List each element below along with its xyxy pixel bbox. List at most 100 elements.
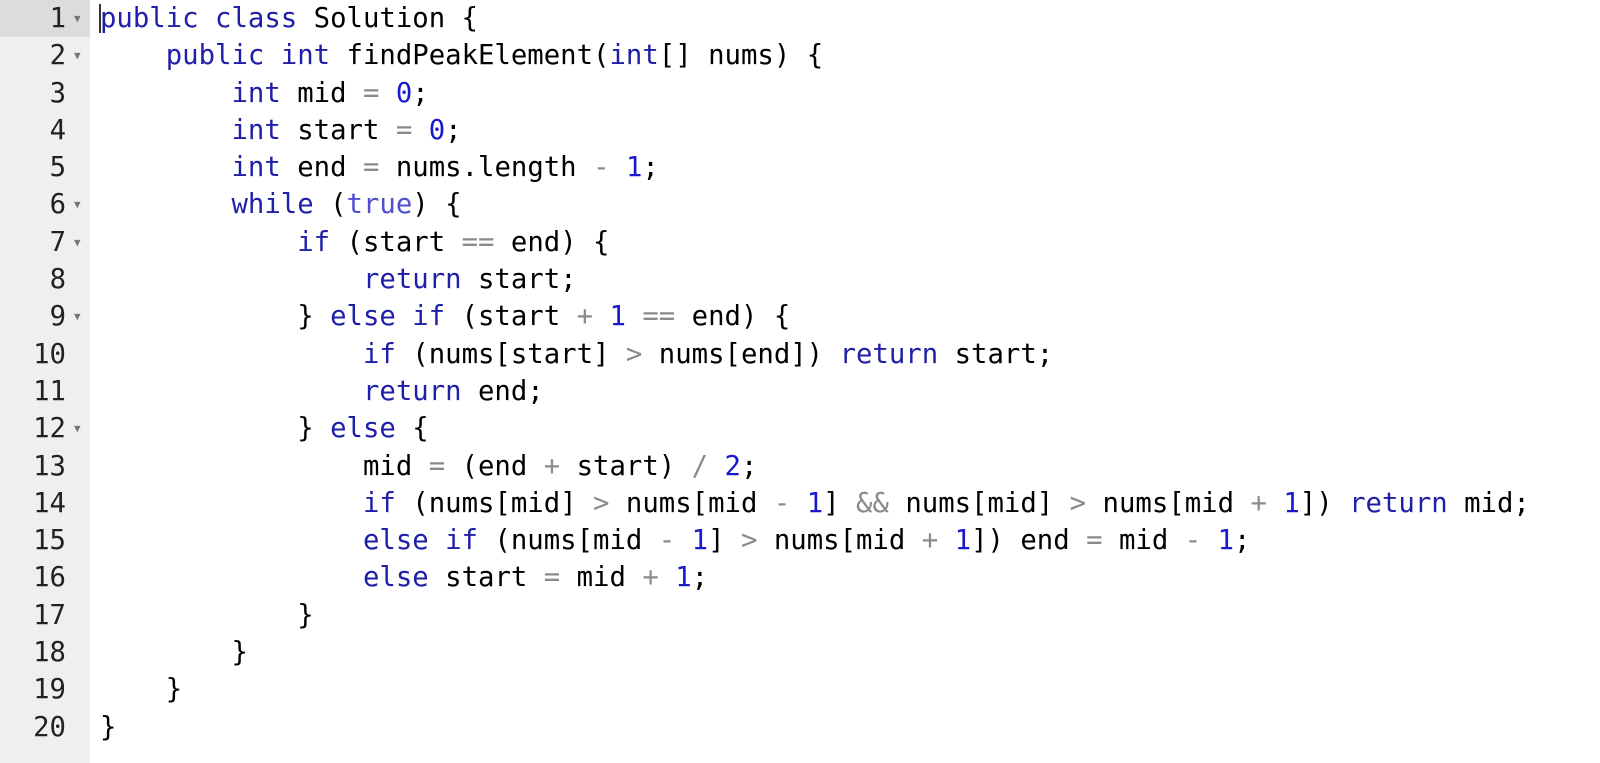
code-text: int end = nums.length - 1; — [100, 149, 658, 186]
fold-caret-down-icon[interactable]: ▼ — [74, 37, 81, 74]
fold-caret-down-icon[interactable]: ▼ — [74, 0, 81, 37]
line-number: 1 ▼ — [0, 0, 90, 38]
code-token: ; — [412, 77, 429, 109]
code-token: ]) end — [971, 525, 1087, 557]
code-token: } — [100, 637, 248, 669]
operator-token: = — [362, 152, 380, 184]
code-token: ] — [823, 487, 857, 519]
code-token: mid — [280, 77, 363, 109]
code-text: public class Solution { — [100, 0, 478, 37]
line-number: 2 ▼ — [0, 37, 90, 74]
code-line[interactable]: 18 } — [0, 634, 1600, 671]
operator-token: - — [593, 152, 610, 184]
line-number-label: 16 — [33, 562, 66, 594]
code-line[interactable]: 19 } — [0, 671, 1600, 708]
line-number-label: 10 — [33, 338, 66, 370]
operator-token: = — [1086, 525, 1103, 557]
code-token: mid — [1102, 525, 1185, 557]
code-text: if (start == end) { — [100, 224, 609, 261]
code-line[interactable]: 2 ▼ public int findPeakElement(int[] nums… — [0, 37, 1600, 74]
code-line[interactable]: 9 ▼ } else if (start + 1 == end) { — [0, 298, 1600, 335]
code-line[interactable]: 7 ▼ if (start == end) { — [0, 224, 1600, 261]
line-number-label: 3 — [49, 77, 66, 109]
line-number: 4 — [0, 112, 90, 149]
keyword-token: public class — [100, 3, 298, 34]
number-token: 0 — [428, 114, 446, 146]
keyword-token: int — [231, 152, 281, 184]
code-editor[interactable]: 1 ▼ public class Solution {2 ▼ public int f… — [0, 0, 1600, 746]
line-number-label: 9 — [49, 301, 66, 333]
code-token: mid — [560, 562, 643, 594]
fold-caret-down-icon[interactable]: ▼ — [74, 186, 81, 223]
keyword-token: while — [231, 189, 314, 221]
code-token: nums[mid — [757, 525, 922, 557]
code-line[interactable]: 1 ▼ public class Solution { — [0, 0, 1600, 38]
code-line[interactable]: 16 else start = mid + 1; — [0, 559, 1600, 596]
code-text: else if (nums[mid - 1] > nums[mid + 1]) … — [100, 522, 1251, 559]
keyword-token: public int — [165, 40, 331, 72]
code-text: } — [100, 634, 248, 671]
number-token: 0 — [395, 77, 413, 109]
code-line[interactable]: 10 if (nums[start] > nums[end]) return s… — [0, 336, 1600, 373]
code-line[interactable]: 15 else if (nums[mid - 1] > nums[mid + 1… — [0, 522, 1600, 559]
line-number: 20 — [0, 709, 90, 746]
fold-caret-down-icon[interactable]: ▼ — [74, 298, 81, 335]
operator-token: = — [428, 450, 446, 482]
operator-token: = — [395, 114, 413, 146]
code-token: ; — [740, 450, 758, 482]
code-line[interactable]: 13 mid = (end + start) / 2; — [0, 448, 1600, 485]
line-number: 16 — [0, 559, 90, 596]
line-number: 12 ▼ — [0, 410, 90, 447]
code-text: } else { — [100, 410, 429, 447]
number-token: 1 — [625, 152, 643, 184]
keyword-token: else — [330, 413, 396, 445]
line-number-label: 12 — [33, 413, 66, 445]
code-line[interactable]: 17 } — [0, 597, 1600, 634]
fold-caret-down-icon[interactable]: ▼ — [74, 410, 81, 447]
line-number-label: 5 — [49, 152, 66, 184]
fold-caret-down-icon[interactable]: ▼ — [74, 224, 81, 261]
code-text: int mid = 0; — [100, 75, 429, 112]
line-number-label: 14 — [33, 487, 66, 519]
code-token: } — [100, 674, 183, 706]
code-line[interactable]: 3 int mid = 0; — [0, 75, 1600, 112]
code-token: end; — [461, 375, 544, 407]
operator-token: = — [362, 77, 380, 109]
line-number-label: 6 — [49, 189, 66, 221]
code-line[interactable]: 5 int end = nums.length - 1; — [0, 149, 1600, 186]
code-token: ] — [708, 525, 741, 557]
line-number-label: 8 — [49, 264, 66, 296]
code-text: } — [100, 709, 116, 746]
code-line[interactable]: 8 return start; — [0, 261, 1600, 298]
operator-token: && — [856, 487, 889, 519]
line-number-label: 4 — [49, 114, 66, 146]
code-line[interactable]: 11 return end; — [0, 373, 1600, 410]
code-token: start; — [461, 264, 577, 296]
line-number: 14 — [0, 485, 90, 522]
code-text: } — [100, 671, 182, 708]
code-line[interactable]: 20} — [0, 709, 1600, 746]
line-number-label: 15 — [33, 525, 66, 557]
code-line[interactable]: 12 ▼ } else { — [0, 410, 1600, 447]
line-number-label: 13 — [33, 450, 66, 482]
code-token: (nums[start] — [395, 338, 626, 370]
code-token: nums[end]) — [642, 338, 840, 370]
code-text: mid = (end + start) / 2; — [100, 448, 757, 485]
keyword-token: if — [362, 338, 396, 370]
line-number-label: 7 — [49, 226, 66, 258]
code-token: Solution { — [297, 3, 478, 34]
code-line[interactable]: 6 ▼ while (true) { — [0, 186, 1600, 223]
line-number: 19 — [0, 671, 90, 708]
code-line[interactable]: 14 if (nums[mid] > nums[mid - 1] && nums… — [0, 485, 1600, 522]
code-token: } — [100, 413, 331, 445]
code-line[interactable]: 4 int start = 0; — [0, 112, 1600, 149]
